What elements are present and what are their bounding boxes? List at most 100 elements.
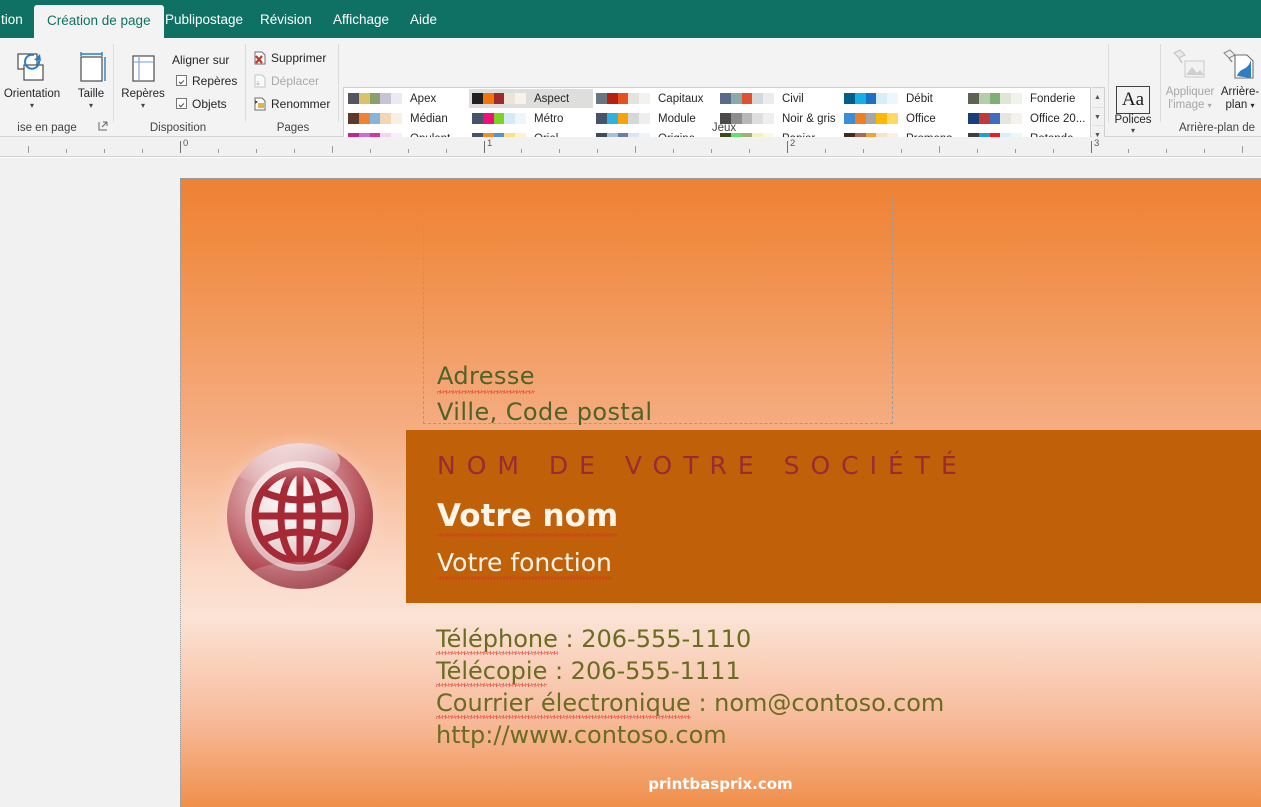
- ruler-tick: [104, 149, 105, 153]
- ruler-tick: [1015, 149, 1016, 153]
- ruler-tick: [711, 149, 712, 153]
- rename-page-button[interactable]: Renommer: [253, 95, 330, 114]
- address-textbox[interactable]: Adresse Ville, Code postal: [423, 197, 893, 426]
- ruler-tick: [825, 149, 826, 153]
- ruler-number: 3: [1094, 138, 1100, 149]
- background-label-1: Arrière-: [1220, 86, 1260, 98]
- ruler-tick: [1091, 141, 1092, 153]
- ruler-tick: [1166, 149, 1167, 153]
- contact-line-email: Courrier électronique : nom@contoso.com: [436, 689, 945, 717]
- ruler-tick: [180, 141, 181, 153]
- group-label-schemes: Jeux: [711, 122, 737, 134]
- color-scheme-label: Civil: [782, 92, 804, 105]
- guides-icon: [112, 50, 174, 88]
- ruler-tick: [635, 146, 636, 153]
- move-page-button: Déplacer: [253, 72, 319, 91]
- ruler-tick: [1053, 149, 1054, 153]
- contact-block[interactable]: TéléphoneTéléphone : 206-555-1110 : 206-…: [436, 623, 944, 751]
- color-scheme-label: Aspect: [534, 92, 570, 105]
- orientation-label: Orientation: [3, 88, 61, 100]
- color-scheme-label: Capitaux: [658, 92, 704, 105]
- checkbox-guides[interactable]: Repères: [176, 72, 237, 91]
- color-scheme-apex[interactable]: Apex: [345, 89, 469, 108]
- fonts-button[interactable]: Aa Polices ▾: [1112, 86, 1154, 135]
- gallery-scroll-up-icon[interactable]: ▲: [1092, 88, 1103, 107]
- guides-label: Repères: [121, 88, 165, 100]
- background-label-2: plan ▾: [1225, 99, 1255, 111]
- ruler-tick: [901, 149, 902, 153]
- address-line-2: Ville, Code postal: [437, 398, 653, 426]
- ruler-tick: [977, 149, 978, 153]
- color-scheme-swatch: [596, 93, 650, 104]
- checkbox-guides-box[interactable]: [176, 75, 187, 86]
- ribbon: Orientation ▾ Taille ▾ ise en page Repèr…: [0, 38, 1261, 149]
- color-scheme-d-bit[interactable]: Débit: [841, 89, 965, 108]
- ruler-tick: [66, 149, 67, 153]
- checkbox-guides-label: Repères: [192, 74, 238, 88]
- guides-button[interactable]: Repères ▾: [112, 50, 174, 110]
- ruler-tick: [863, 149, 864, 153]
- tab-affichage[interactable]: Affichage: [320, 4, 402, 38]
- background-button[interactable]: Arrière- plan ▾: [1212, 48, 1261, 112]
- color-scheme-swatch: [348, 93, 402, 104]
- contact-line-phone: TéléphoneTéléphone : 206-555-1110 : 206-…: [436, 625, 752, 653]
- background-icon: [1212, 48, 1261, 86]
- company-name: NOM DE VOTRE SOCIÉTÉ: [437, 451, 968, 480]
- tab-aide[interactable]: Aide: [397, 4, 450, 38]
- color-scheme-label: Débit: [906, 92, 933, 105]
- tab-publipostage[interactable]: Publipostage: [152, 4, 256, 38]
- ruler-tick: [597, 149, 598, 153]
- color-scheme-capitaux[interactable]: Capitaux: [593, 89, 717, 108]
- address-line-1: Adresse: [437, 362, 535, 390]
- ruler-tick: [370, 149, 371, 153]
- fonts-chevron-down-icon[interactable]: ▾: [1112, 126, 1154, 135]
- tab-insertion[interactable]: tion: [0, 4, 36, 38]
- your-title: Votre fonction: [437, 548, 612, 577]
- group-label-background: Arrière-plan de: [1178, 122, 1256, 134]
- checkbox-objects[interactable]: Objets: [176, 95, 227, 114]
- horizontal-ruler[interactable]: 0 1 2 3: [0, 137, 1261, 157]
- globe-icon[interactable]: [213, 426, 388, 606]
- ruler-number: 2: [790, 138, 796, 149]
- ruler-tick: [446, 149, 447, 153]
- fonts-icon: Aa: [1116, 86, 1150, 114]
- publisher-window: tion Création de page Publipostage Révis…: [0, 0, 1261, 807]
- ruler-tick: [521, 149, 522, 153]
- color-scheme-swatch: [844, 93, 898, 104]
- divider: [245, 44, 246, 122]
- tab-revision[interactable]: Révision: [247, 4, 325, 38]
- color-scheme-civil[interactable]: Civil: [717, 89, 841, 108]
- checkbox-objects-label: Objets: [192, 97, 227, 111]
- color-scheme-swatch: [472, 93, 526, 104]
- guides-chevron-down-icon[interactable]: ▾: [112, 101, 174, 110]
- ruler-tick: [484, 141, 485, 153]
- color-scheme-label: Apex: [410, 92, 437, 105]
- rename-page-label: Renommer: [271, 97, 331, 111]
- divider: [338, 44, 339, 122]
- ruler-tick: [294, 149, 295, 153]
- ruler-tick: [939, 146, 940, 153]
- divider: [1108, 44, 1109, 122]
- ruler-tick: [218, 149, 219, 153]
- color-scheme-swatch: [968, 93, 1022, 104]
- color-scheme-fonderie[interactable]: Fonderie: [965, 89, 1089, 108]
- company-banner[interactable]: NOM DE VOTRE SOCIÉTÉ Votre nom Votre fon…: [406, 430, 1261, 603]
- color-scheme-aspect[interactable]: Aspect: [469, 89, 593, 108]
- publication-page[interactable]: Adresse Ville, Code postal NOM DE VOTRE …: [180, 178, 1261, 807]
- delete-page-button[interactable]: Supprimer: [253, 49, 326, 68]
- orientation-button[interactable]: Orientation ▾: [1, 50, 63, 110]
- ruler-tick: [559, 149, 560, 153]
- page-setup-dialog-launcher-icon[interactable]: [98, 121, 108, 133]
- orientation-chevron-down-icon[interactable]: ▾: [1, 101, 63, 110]
- contact-line-website: http://www.contoso.com: [436, 721, 727, 749]
- ruler-tick: [28, 146, 29, 153]
- ruler-number: 0: [183, 138, 189, 149]
- tab-creation-de-page[interactable]: Création de page: [34, 5, 164, 38]
- document-canvas[interactable]: Adresse Ville, Code postal NOM DE VOTRE …: [0, 158, 1261, 807]
- your-name: Votre nom: [437, 498, 619, 534]
- orientation-icon: [1, 50, 63, 88]
- contact-line-fax: Télécopie : 206-555-1111: [436, 657, 741, 685]
- group-label-pages: Pages: [276, 122, 310, 134]
- checkbox-objects-box[interactable]: [176, 98, 187, 109]
- fonts-label: Polices: [1114, 114, 1152, 126]
